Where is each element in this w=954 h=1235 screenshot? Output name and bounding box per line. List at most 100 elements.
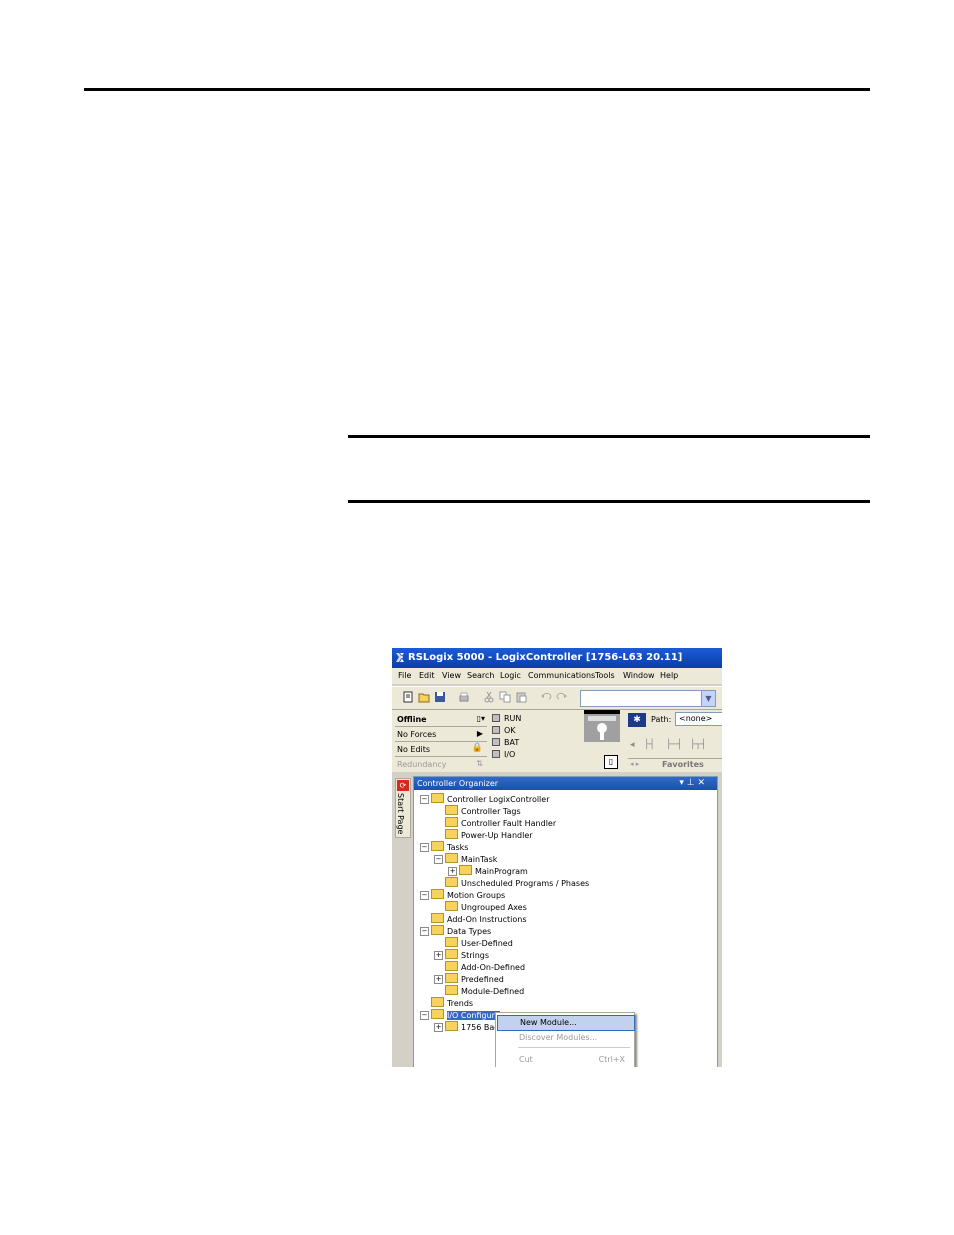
expand-icon[interactable]: + xyxy=(434,1023,443,1032)
controller-status-panel: Offline ▯▾ No Forces ▶ No Edits 🔒 Redund… xyxy=(392,710,722,772)
tree-node[interactable]: Trends xyxy=(420,997,473,1009)
expand-icon[interactable]: + xyxy=(434,975,443,984)
menu-item-discover-modules[interactable]: Discover Modules... xyxy=(497,1031,633,1045)
save-icon[interactable] xyxy=(434,691,446,703)
page-header-rule xyxy=(84,88,870,91)
status-redundancy-row[interactable]: Redundancy ⇅ xyxy=(395,757,487,771)
expand-icon[interactable]: + xyxy=(434,951,443,960)
menu-view[interactable]: View xyxy=(442,671,461,680)
tree-node[interactable]: Controller Tags xyxy=(434,805,521,817)
redundancy-icon: ⇅ xyxy=(476,759,483,768)
tree-node-label: Module-Defined xyxy=(461,987,525,996)
expand-icon[interactable]: + xyxy=(448,867,457,876)
tree-node-label: Controller Tags xyxy=(461,807,521,816)
status-forces-row[interactable]: No Forces ▶ xyxy=(395,727,487,742)
tree-node[interactable]: Add-On-Defined xyxy=(434,961,525,973)
tree-node-label: Motion Groups xyxy=(447,891,506,900)
tree-node[interactable]: − MainTask xyxy=(434,853,497,865)
new-file-icon[interactable] xyxy=(402,691,414,703)
organizer-pin-icon[interactable]: ▾ ⊥ ✕ xyxy=(679,778,705,788)
folder-icon xyxy=(445,1021,458,1031)
print-icon[interactable] xyxy=(458,691,470,703)
tree-node[interactable]: Ungrouped Axes xyxy=(434,901,527,913)
collapse-icon[interactable]: − xyxy=(420,1011,429,1020)
search-combo[interactable]: ▼ xyxy=(580,690,716,707)
menu-communications[interactable]: Communications xyxy=(528,671,595,680)
tree-node[interactable]: Power-Up Handler xyxy=(434,829,533,841)
open-folder-icon[interactable] xyxy=(418,691,430,703)
chevron-down-icon[interactable]: ▼ xyxy=(701,691,715,706)
tree-node-label: MainProgram xyxy=(475,867,528,876)
tree-node-label: 1756 Bac xyxy=(461,1023,499,1032)
tree-node[interactable]: User-Defined xyxy=(434,937,513,949)
folder-icon xyxy=(445,937,458,947)
menu-logic[interactable]: Logic xyxy=(500,671,521,680)
instruction-icon[interactable]: ├┬┤ xyxy=(690,740,706,750)
menu-window[interactable]: Window xyxy=(623,671,655,680)
tree-node[interactable]: Module-Defined xyxy=(434,985,524,997)
menu-tools[interactable]: Tools xyxy=(595,671,615,680)
paste-icon[interactable] xyxy=(515,691,527,703)
tree-node[interactable]: Controller Fault Handler xyxy=(434,817,556,829)
folder-icon xyxy=(445,853,458,863)
collapse-icon[interactable]: − xyxy=(420,843,429,852)
favorites-scroll-icon[interactable]: ◂ ▸ xyxy=(630,760,639,768)
indicator-run: RUN xyxy=(492,714,521,723)
tree-node[interactable]: − Controller LogixController xyxy=(420,793,550,805)
status-redundancy: Redundancy xyxy=(397,760,447,769)
path-network-icon[interactable]: ✱ xyxy=(628,713,646,727)
start-page-icon: ⟳ xyxy=(397,780,409,791)
rung-icon[interactable]: ├┤ xyxy=(644,740,655,750)
menu-edit[interactable]: Edit xyxy=(419,671,435,680)
folder-icon xyxy=(445,829,458,839)
rslogix-screenshot: RSLogix 5000 - LogixController [1756-L63… xyxy=(392,648,722,1067)
tree-node[interactable]: Add-On Instructions xyxy=(420,913,527,925)
tree-node[interactable]: +1756 Bac xyxy=(434,1021,499,1033)
cut-shortcut: Ctrl+X xyxy=(598,1055,625,1064)
ok-led-icon xyxy=(492,726,500,734)
status-mode-row[interactable]: Offline ▯▾ xyxy=(395,712,487,727)
folder-icon xyxy=(445,973,458,983)
tree-node[interactable]: + MainProgram xyxy=(448,865,528,877)
folder-icon xyxy=(431,913,444,923)
toolbar: ▼ xyxy=(392,686,722,710)
tree-node[interactable]: − I/O Configura xyxy=(420,1009,500,1021)
forces-arrow-icon[interactable]: ▶ xyxy=(477,729,483,738)
menu-file[interactable]: File xyxy=(398,671,411,680)
keyswitch-icon[interactable]: ▯ xyxy=(604,755,618,769)
collapse-icon[interactable]: − xyxy=(420,795,429,804)
menu-item-new-module[interactable]: New Module... xyxy=(497,1015,635,1031)
favorites-tab[interactable]: ◂ ▸ Favorites xyxy=(628,758,722,771)
tree-node[interactable]: − Motion Groups xyxy=(420,889,505,901)
tree-node-label: Predefined xyxy=(461,975,504,984)
favorites-tab-label: Favorites xyxy=(662,760,704,769)
folder-icon xyxy=(445,985,458,995)
tree-node[interactable]: − Tasks xyxy=(420,841,468,853)
collapse-icon[interactable]: − xyxy=(434,855,443,864)
branch-icon[interactable]: ├─┤ xyxy=(666,740,682,750)
tree-node-label: I/O Configura xyxy=(447,1011,500,1020)
tree-node[interactable]: Unscheduled Programs / Phases xyxy=(434,877,589,889)
cut-icon[interactable] xyxy=(483,691,495,703)
start-page-tab[interactable]: ⟳ Start Page xyxy=(395,778,411,838)
tree-node[interactable]: + Strings xyxy=(434,949,489,961)
redo-icon[interactable] xyxy=(556,691,568,703)
collapse-icon[interactable]: − xyxy=(420,891,429,900)
tree-node[interactable]: + Predefined xyxy=(434,973,504,985)
menu-item-cut[interactable]: Cut Ctrl+X xyxy=(497,1053,633,1067)
status-edits-row[interactable]: No Edits 🔒 xyxy=(395,742,487,757)
mode-dropdown-icon[interactable]: ▯▾ xyxy=(477,714,485,723)
menu-help[interactable]: Help xyxy=(660,671,678,680)
copy-icon[interactable] xyxy=(499,691,511,703)
context-menu: New Module... Discover Modules... Cut Ct… xyxy=(495,1012,635,1067)
undo-icon[interactable] xyxy=(540,691,552,703)
tree-node-label: User-Defined xyxy=(461,939,513,948)
collapse-icon[interactable]: − xyxy=(420,927,429,936)
menu-search[interactable]: Search xyxy=(467,671,494,680)
note-bottom-rule xyxy=(348,500,870,503)
tree-node[interactable]: − Data Types xyxy=(420,925,491,937)
indicator-bat: BAT xyxy=(492,738,519,747)
path-field[interactable]: <none> xyxy=(675,712,722,726)
ladder-left-arrow-icon[interactable]: ◂ xyxy=(630,740,635,750)
discover-modules-label: Discover Modules... xyxy=(519,1033,598,1042)
